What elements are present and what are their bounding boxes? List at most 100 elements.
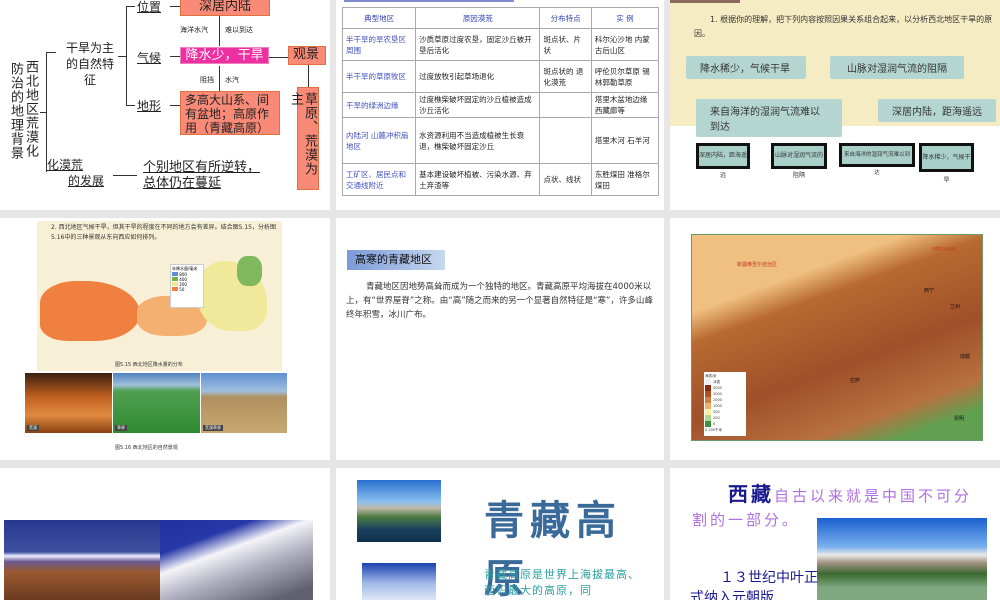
table-cell: 塔里木盆地边缘 西藏廊等 [590, 92, 660, 118]
section-body: 青藏地区因地势高耸而成为一个独特的地区。青藏高原平均海拔在4000米以上，有“世… [346, 282, 653, 320]
cause-tag: 来自海洋的湿润气流难以到达 [696, 99, 842, 137]
vapor-label: 水汽 [225, 76, 239, 84]
table-row: 工矿区、居民点和交通线附近 基本建设破坏植被、污染水源、弃土弃渣等 点状、线状 东胜煤… [341, 163, 660, 196]
table-cell: 水资源利用不当造成植被生长衰退，樵柴破坏固定沙丘 [415, 117, 541, 164]
table-header: 典型地区 [341, 7, 417, 29]
climate-box: 降水少，干旱 [180, 47, 269, 64]
everest-photo [160, 520, 313, 600]
feature-label: 干旱为主的自然特征 [65, 41, 114, 87]
table-header: 分布特点 [539, 7, 592, 29]
table-cell: 塔里木河 石羊河 [590, 117, 660, 164]
slide-title-vertical-2: 防治的地理背景 [8, 62, 23, 160]
desert-photo: 荒漠 [25, 373, 112, 433]
table-cell: 斑点状的 退化漠荒 [539, 60, 592, 93]
table-cell [539, 92, 592, 118]
cause-tag: 山脉对湿润气流的阻隔 [830, 56, 964, 79]
table-cell: 点状、线状 [539, 163, 592, 196]
answer-strip[interactable]: 山脉对湿润气流的阻隔 [771, 143, 827, 179]
table-cell: 斑点状、片状 [539, 28, 592, 61]
answer-strip[interactable]: 来自海洋的湿润气流难以到达 [839, 143, 915, 176]
city-label: 兰州 [950, 304, 961, 310]
climate-label: 气候 [137, 51, 162, 65]
desert-dev-label-2: 的发展 [68, 174, 105, 188]
cause-tag: 深居内陆，距海遥远 [878, 99, 996, 122]
location-box: 深居内陆 [180, 0, 270, 16]
elevation-legend: 海拔/米 冰雪 5000 3000 2000 1000 500 200 0 0 … [704, 372, 746, 436]
table-cell: 工矿区、居民点和交通线附近 [341, 163, 417, 196]
hard-reach-label: 难以到达 [225, 26, 253, 34]
scale-bar: 0 200千米 [705, 428, 723, 432]
photo-label: 荒漠草原 [203, 425, 223, 431]
table-row: 半干旱的草原牧区 过度放牧引起草场退化 斑点状的 退化漠荒 呼伦贝尔草原 锡林郭勒草原 [341, 60, 660, 93]
table-cell: 过度放牧引起草场退化 [415, 60, 541, 93]
table-header: 实 例 [590, 7, 660, 29]
city-label: 西宁 [924, 288, 935, 294]
slide-thumbnail-2[interactable]: 典型地区 原因漠荒 分布特点实 例 半干旱的旱农垦区周围 沙质草原过度农垦，固定沙丘被… [336, 0, 664, 210]
terrain-box: 多高大山系、间有盆地；高原作用（青藏高原） [180, 91, 280, 135]
ocean-vapor-label: 海洋水汽 [180, 26, 208, 34]
table-cell [539, 117, 592, 164]
table-cell: 呼伦贝尔草原 锡林郭勒草原 [590, 60, 660, 93]
table-cell: 基本建设破坏植被、污染水源、弃土弃渣等 [415, 163, 541, 196]
answer-strip[interactable]: 降水稀少，气候干旱 [919, 143, 974, 184]
snow-mountain-photo [362, 563, 436, 600]
landscape-box: 观景 [288, 46, 326, 65]
cause-tag: 降水稀少，气候干旱 [686, 56, 806, 79]
location-label: 位置 [137, 0, 162, 14]
table-cell: 半干旱的旱农垦区周围 [341, 28, 417, 61]
grassland-photo: 草原 [113, 373, 200, 433]
photo-caption: 图5.16 西北地区的自然景观 [115, 445, 178, 451]
slide-thumbnail-7[interactable] [0, 468, 330, 600]
title-bold: 西藏 [728, 482, 774, 506]
table-cell: 科尔沁沙地 内蒙古后山区 [590, 28, 660, 61]
desertification-table: 典型地区 原因漠荒 分布特点实 例 半干旱的旱农垦区周围 沙质草原过度农垦，固定沙丘被… [341, 7, 660, 196]
answer-strip[interactable]: 深居内陆，距海遥远 [696, 143, 750, 179]
slide-body: １３世纪中叶正式纳入元朝版 [690, 570, 818, 600]
table-cell: 内陆河 山麓冲积扇地区 [341, 117, 417, 164]
slide-thumbnail-6[interactable]: 新疆维吾尔自治区 内蒙古自治区 西宁 兰州 拉萨 成都 昆明 海拔/米 冰雪 5… [670, 218, 1000, 460]
slide-thumbnail-9[interactable]: 西藏自古以来就是中国不可分割的一部分。 １３世纪中叶正式纳入元朝版 [670, 468, 1000, 600]
desert-dev-label-1: 化漠荒 [47, 158, 84, 172]
slide-thumbnail-3[interactable]: 1. 根据你的理解，把下列内容按照因果关系组合起来，以分析西北地区干旱的原因。 … [670, 0, 1000, 210]
region-shape [40, 281, 140, 341]
question-text: 1. 根据你的理解，把下列内容按照因果关系组合起来，以分析西北地区干旱的原因。 [694, 15, 993, 38]
map-region-label: 新疆维吾尔自治区 [737, 262, 778, 268]
table-row: 半干旱的旱农垦区周围 沙质草原过度农垦，固定沙丘被开垦后活化 斑点状、片状 科尔沁沙地… [341, 28, 660, 61]
mountain-range-photo [4, 520, 160, 600]
map-region-label: 内蒙古自治区 [932, 246, 956, 251]
conclusion-2: 总体仍在蔓延 [143, 176, 222, 191]
table-header: 原因漠荒 [415, 7, 541, 29]
qinghai-tibet-map: 新疆维吾尔自治区 内蒙古自治区 西宁 兰州 拉萨 成都 昆明 海拔/米 冰雪 5… [691, 234, 983, 441]
precipitation-map: 2. 西北地区气候干旱，但其干旱的程度在不同的地方会有差异。结合图5.15，分析… [37, 221, 282, 371]
map-caption: 图5.15 西北地区降水量的分布 [115, 362, 183, 368]
slide-heading-cut [344, 0, 514, 2]
table-row: 干旱的绿洲边缘 过度樵柴破坏固定的沙丘植被造成沙丘活化 塔里木盆地边缘 西藏廊等 [341, 92, 660, 118]
legend-item: 50 [172, 287, 202, 292]
potala-palace-photo [817, 518, 987, 600]
table-cell: 东胜煤田 准格尔煤田 [590, 163, 660, 196]
city-label: 拉萨 [850, 378, 861, 384]
photo-label: 草原 [115, 425, 127, 431]
city-label: 昆明 [954, 416, 965, 422]
table-cell: 沙质草原过度农垦，固定沙丘被开垦后活化 [415, 28, 541, 61]
slide-thumbnail-4[interactable]: 2. 西北地区气候干旱，但其干旱的程度在不同的地方会有差异。结合图5.15，分析… [0, 218, 330, 460]
slide-thumbnail-5[interactable]: 高寒的青藏地区 青藏地区因地势高耸而成为一个独特的地区。青藏高原平均海拔在400… [336, 218, 664, 460]
potala-photo [357, 480, 441, 542]
table-cell: 过度樵柴破坏固定的沙丘植被造成沙丘活化 [415, 92, 541, 118]
table-cell: 半干旱的草原牧区 [341, 60, 417, 93]
region-shape [237, 256, 262, 286]
section-heading: 高寒的青藏地区 [347, 250, 445, 270]
slide-body: 青藏高原是世界上海拔最高、面积最大的高原，同 [484, 568, 640, 597]
photo-label: 荒漠 [27, 425, 39, 431]
city-label: 成都 [960, 354, 971, 360]
slide-title-vertical-1: 西北地区荒漠化 [23, 60, 38, 158]
terrain-label: 地形 [137, 99, 162, 113]
title-bar [670, 0, 740, 3]
table-row: 内陆河 山麓冲积扇地区 水资源利用不当造成植被生长衰退，樵柴破坏固定沙丘 塔里木河 … [341, 117, 660, 164]
map-question: 2. 西北地区气候干旱，但其干旱的程度在不同的地方会有差异。结合图5.15，分析… [51, 224, 276, 241]
slide-thumbnail-1[interactable]: 西北地区荒漠化 防治的地理背景 干旱为主的自然特征 位置 深居内陆 海洋水汽 难… [0, 0, 330, 210]
grassland-box: 草原、荒漠为主 [288, 87, 319, 190]
table-cell: 干旱的绿洲边缘 [341, 92, 417, 118]
slide-thumbnail-8[interactable]: 青藏高原 青藏高原是世界上海拔最高、面积最大的高原，同 [336, 468, 664, 600]
block-label: 阻挡 [200, 76, 214, 84]
